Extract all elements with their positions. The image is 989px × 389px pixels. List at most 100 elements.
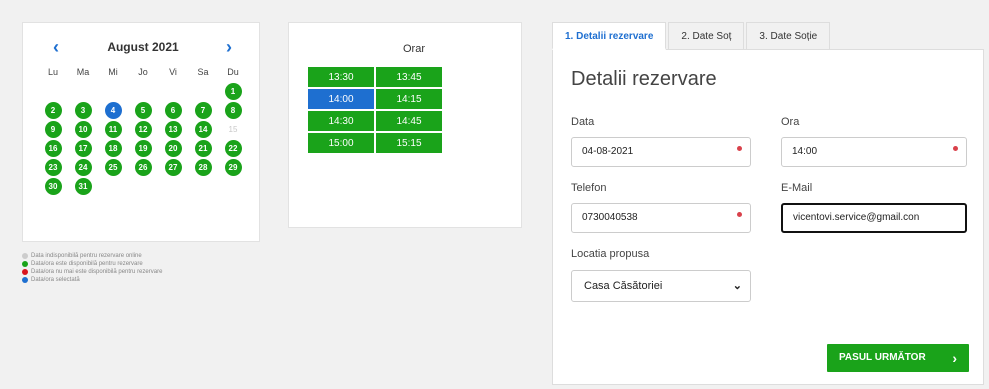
- calendar-day[interactable]: 31: [68, 177, 98, 196]
- calendar-day-number: 27: [164, 159, 182, 176]
- weekday-label: Mi: [108, 67, 118, 77]
- calendar-day-number: 5: [134, 102, 152, 119]
- calendar-day[interactable]: 13: [158, 120, 188, 139]
- calendar-day[interactable]: 29: [218, 158, 248, 177]
- calendar-day[interactable]: 10: [68, 120, 98, 139]
- calendar-day-number: 24: [74, 159, 92, 176]
- calendar-day[interactable]: 11: [98, 120, 128, 139]
- weekday-label: Jo: [138, 67, 148, 77]
- calendar-day-number: 2: [44, 102, 62, 119]
- telefon-value: 0730040538: [582, 212, 638, 223]
- calendar-grid: Lu Ma Mi Jo Vi Sa Du 1 2 3 4 5 6 7 8 9 10 11 12 13 14 15 16 17 1…: [38, 63, 248, 196]
- calendar-day[interactable]: 8: [218, 101, 248, 120]
- calendar-day-number: 31: [74, 178, 92, 195]
- time-slot[interactable]: 14:15: [376, 89, 442, 109]
- calendar-day-number: 19: [134, 140, 152, 157]
- ora-label: Ora: [781, 116, 800, 128]
- tab-3[interactable]: 3. Date Soție: [746, 22, 831, 50]
- legend-item: Data/ora nu mai este disponibilă pentru …: [22, 268, 262, 276]
- calendar-day[interactable]: 17: [68, 139, 98, 158]
- time-slot[interactable]: 14:00: [308, 89, 374, 109]
- email-field[interactable]: vicentovi.service@gmail.con: [781, 203, 967, 233]
- weekday-label: Du: [227, 67, 239, 77]
- time-slot[interactable]: 14:45: [376, 111, 442, 131]
- empty-day-cell: [188, 82, 218, 101]
- calendar-day[interactable]: 28: [188, 158, 218, 177]
- calendar-day[interactable]: 26: [128, 158, 158, 177]
- legend-text: Data/ora nu mai este disponibilă pentru …: [31, 269, 163, 275]
- calendar-day[interactable]: 18: [98, 139, 128, 158]
- calendar-day[interactable]: 16: [38, 139, 68, 158]
- calendar-day[interactable]: 7: [188, 101, 218, 120]
- calendar-day[interactable]: 23: [38, 158, 68, 177]
- legend-item: Data/ora selectată: [22, 276, 262, 284]
- calendar-day[interactable]: 21: [188, 139, 218, 158]
- calendar-day[interactable]: 14: [188, 120, 218, 139]
- calendar-day[interactable]: 2: [38, 101, 68, 120]
- calendar-day[interactable]: 20: [158, 139, 188, 158]
- calendar-day-number: 15: [228, 125, 238, 134]
- calendar-day-number: 1: [224, 83, 242, 100]
- calendar-day[interactable]: 27: [158, 158, 188, 177]
- time-slot[interactable]: 15:00: [308, 133, 374, 153]
- form-title: Detalii rezervare: [571, 68, 717, 90]
- calendar-day[interactable]: 25: [98, 158, 128, 177]
- calendar-day[interactable]: 12: [128, 120, 158, 139]
- legend-text: Data indisponibilă pentru rezervare onli…: [31, 253, 142, 259]
- calendar-day[interactable]: 5: [128, 101, 158, 120]
- required-icon: [737, 212, 742, 217]
- chevron-left-icon[interactable]: ‹: [47, 37, 65, 57]
- locatia-select[interactable]: Casa Căsătoriei ⌄: [571, 270, 751, 302]
- legend-dot-icon: [22, 269, 28, 275]
- data-value: 04-08-2021: [582, 146, 634, 157]
- time-slot[interactable]: 13:30: [308, 67, 374, 87]
- time-slot[interactable]: 14:30: [308, 111, 374, 131]
- schedule-title: Orar: [403, 43, 425, 55]
- calendar-day-number: 26: [134, 159, 152, 176]
- next-step-button[interactable]: PASUL URMĂTOR ›: [827, 344, 969, 372]
- tab-1[interactable]: 1. Detalii rezervare: [552, 22, 667, 50]
- calendar-day[interactable]: 9: [38, 120, 68, 139]
- calendar-day-number: 3: [74, 102, 92, 119]
- calendar-day[interactable]: 6: [158, 101, 188, 120]
- ora-field[interactable]: 14:00: [781, 137, 967, 167]
- locatia-value: Casa Căsătoriei: [584, 280, 663, 292]
- calendar-day-number: 13: [164, 121, 182, 138]
- time-slot[interactable]: 15:15: [376, 133, 442, 153]
- calendar-day-number: 8: [224, 102, 242, 119]
- calendar-day[interactable]: 4: [98, 101, 128, 120]
- empty-day-cell: [68, 82, 98, 101]
- email-label: E-Mail: [781, 182, 813, 194]
- telefon-label: Telefon: [571, 182, 607, 194]
- telefon-field[interactable]: 0730040538: [571, 203, 751, 233]
- calendar-day-number: 28: [194, 159, 212, 176]
- calendar-day[interactable]: 24: [68, 158, 98, 177]
- calendar-day-number: 22: [224, 140, 242, 157]
- weekday-label: Ma: [76, 67, 90, 77]
- calendar-day-number: 29: [224, 159, 242, 176]
- calendar-day-number: 21: [194, 140, 212, 157]
- calendar-day-number: 4: [104, 102, 122, 119]
- tab-2[interactable]: 2. Date Soț: [668, 22, 745, 50]
- calendar-day[interactable]: 3: [68, 101, 98, 120]
- time-slot[interactable]: 13:45: [376, 67, 442, 87]
- legend-item: Data/ora este disponibilă pentru rezerva…: [22, 260, 262, 268]
- calendar-day[interactable]: 22: [218, 139, 248, 158]
- calendar-day-number: 23: [44, 159, 62, 176]
- calendar-day[interactable]: 19: [128, 139, 158, 158]
- calendar-day[interactable]: 30: [38, 177, 68, 196]
- required-icon: [953, 146, 958, 151]
- next-step-label: PASUL URMĂTOR: [839, 352, 926, 363]
- ora-value: 14:00: [792, 146, 818, 157]
- schedule-panel: Orar 13:30 13:45 14:00 14:15 14:30 14:45 15:00…: [288, 22, 522, 228]
- calendar-day[interactable]: 1: [218, 82, 248, 101]
- weekday-label: Lu: [47, 67, 58, 77]
- chevron-right-icon: ›: [952, 350, 957, 366]
- calendar-panel: ‹ August 2021 › Lu Ma Mi Jo Vi Sa Du 1 2 3 4 5 6 7 8 9 1…: [22, 22, 260, 242]
- data-field[interactable]: 04-08-2021: [571, 137, 751, 167]
- empty-day-cell: [158, 82, 188, 101]
- chevron-right-icon[interactable]: ›: [220, 37, 238, 57]
- email-value: vicentovi.service@gmail.con: [793, 212, 920, 223]
- calendar-day-number: 16: [44, 140, 62, 157]
- calendar-day-number: 17: [74, 140, 92, 157]
